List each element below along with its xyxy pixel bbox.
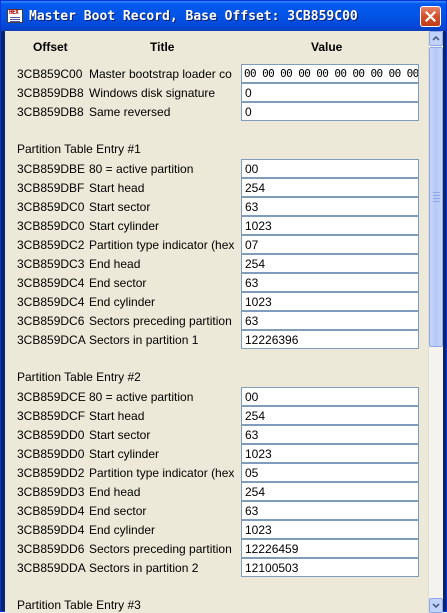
row-value-field[interactable]: 1023 [241,292,419,311]
row-title: Sectors in partition 2 [89,561,199,575]
row-offset: 3CB859DDA [17,561,86,575]
row-title: End cylinder [89,295,156,309]
row-value-field[interactable]: 1023 [241,216,419,235]
row-title: 80 = active partition [89,162,194,176]
section-heading: Partition Table Entry #3 [17,598,141,612]
vertical-scrollbar[interactable] [428,31,443,613]
row-offset: 3CB859DC6 [17,314,85,328]
column-header-offset: Offset [33,40,68,54]
row-title: Windows disk signature [89,86,216,100]
row-value-field[interactable]: 63 [241,425,419,444]
row-offset: 3CB859DCF [17,409,86,423]
row-value-field[interactable]: 0 [241,83,419,102]
row-offset: 3CB859DCE [17,390,86,404]
hex-editor-app-icon[interactable]: HEX [7,9,23,23]
thumb-grip-line [433,195,440,196]
window-title: Master Boot Record, Base Offset: 3CB859C… [29,9,358,24]
row-value-field[interactable]: 12226396 [241,330,419,349]
row-value-field[interactable]: 0 [241,102,419,121]
row-offset: 3CB859DD6 [17,542,85,556]
row-value-field[interactable]: 254 [241,254,419,273]
row-offset: 3CB859DC4 [17,276,85,290]
row-value-field[interactable]: 12100503 [241,558,419,577]
row-title: Start head [89,181,145,195]
scroll-down-button[interactable] [429,598,443,613]
app-icon-lines [10,17,20,22]
row-value-field[interactable]: 00 00 00 00 00 00 00 00 00 00 00 00 [241,64,419,83]
row-offset: 3CB859DBF [17,181,85,195]
row-offset: 3CB859DC4 [17,295,85,309]
row-title: End sector [89,504,147,518]
arrow-down-icon [432,603,440,609]
thumb-grip-line [433,198,440,199]
scroll-up-button[interactable] [429,31,443,46]
row-value-field[interactable]: 07 [241,235,419,254]
row-value-field[interactable]: 254 [241,482,419,501]
row-value-field[interactable]: 63 [241,501,419,520]
row-title: Start cylinder [89,447,160,461]
thumb-grip-line [433,192,440,193]
row-title: Start head [89,409,145,423]
scroll-thumb[interactable] [429,47,443,347]
row-offset: 3CB859DB8 [17,105,84,119]
row-offset: 3CB859DCA [17,333,86,347]
row-title: Sectors in partition 1 [89,333,199,347]
row-title: Sectors preceding partition [89,314,232,328]
row-offset: 3CB859DC0 [17,219,85,233]
row-offset: 3CB859DBE [17,162,86,176]
thumb-grip-line [433,201,440,202]
row-value-field[interactable]: 05 [241,463,419,482]
row-value-field[interactable]: 254 [241,406,419,425]
arrow-up-icon [432,35,440,41]
row-offset: 3CB859DD0 [17,428,85,442]
row-value-field[interactable]: 63 [241,273,419,292]
row-title: End head [89,257,141,271]
section-heading: Partition Table Entry #1 [17,142,141,156]
title-bar[interactable]: HEX Master Boot Record, Base Offset: 3CB… [1,1,446,31]
app-icon-text: HEX [9,9,19,16]
row-title: Start cylinder [89,219,160,233]
row-offset: 3CB859DC2 [17,238,85,252]
row-offset: 3CB859DD2 [17,466,85,480]
row-title: 80 = active partition [89,390,194,404]
mbr-template-window: HEX Master Boot Record, Base Offset: 3CB… [0,0,447,613]
close-button[interactable] [420,6,441,27]
row-offset: 3CB859DD0 [17,447,85,461]
close-icon [425,11,436,22]
row-offset: 3CB859DC3 [17,257,85,271]
row-value-field[interactable]: 63 [241,311,419,330]
row-title: End sector [89,276,147,290]
row-title: Start sector [89,200,151,214]
section-heading: Partition Table Entry #2 [17,370,141,384]
row-offset: 3CB859C00 [17,67,83,81]
row-value-field[interactable]: 1023 [241,444,419,463]
row-value-field[interactable]: 12226459 [241,539,419,558]
row-title: End head [89,485,141,499]
row-value-field[interactable]: 254 [241,178,419,197]
row-title: Sectors preceding partition [89,542,232,556]
row-value-field[interactable]: 1023 [241,520,419,539]
row-offset: 3CB859DC0 [17,200,85,214]
column-header-value: Value [311,40,343,54]
row-title: Master bootstrap loader co [89,67,232,81]
row-value-field[interactable]: 00 [241,387,419,406]
row-title: Partition type indicator (hex [89,238,235,252]
row-title: Same reversed [89,105,171,119]
row-offset: 3CB859DB8 [17,86,84,100]
row-title: End cylinder [89,523,156,537]
row-offset: 3CB859DD3 [17,485,85,499]
row-offset: 3CB859DD4 [17,523,85,537]
column-header-title: Title [150,40,175,54]
row-offset: 3CB859DD4 [17,504,85,518]
row-title: Partition type indicator (hex [89,466,235,480]
row-value-field[interactable]: 63 [241,197,419,216]
row-title: Start sector [89,428,151,442]
template-content: Offset Title Value 3CB859C00 Master boots… [5,31,443,613]
row-value-field[interactable]: 00 [241,159,419,178]
